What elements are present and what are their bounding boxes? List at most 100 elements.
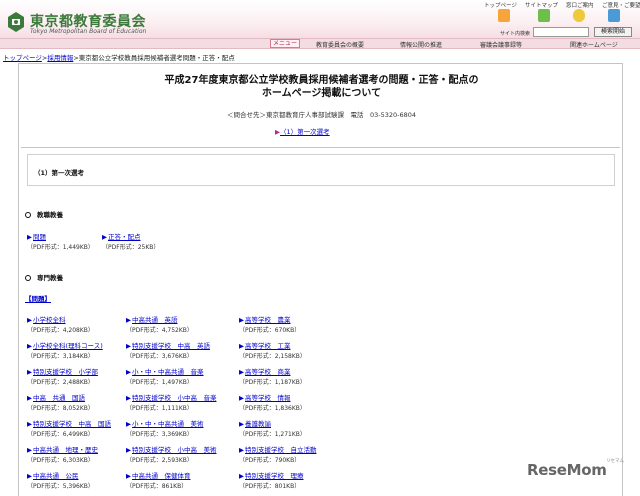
list-item: ▶小学校全科(理科コース) （PDF形式：3,184KB）	[27, 340, 137, 360]
menu-button[interactable]: メニュー	[270, 39, 300, 48]
page-title: 平成27年度東京都公立学校教員採用候補者選考の問題・正答・配点の ホームページ掲…	[19, 74, 624, 100]
site-header: 東京都教育委員会 Tokyo Metropolitan Board of Edu…	[0, 0, 640, 38]
list-item: ▶小・中・中高共通 美術 （PDF形式：3,369KB）	[126, 418, 236, 438]
search-input[interactable]	[533, 27, 589, 37]
file-size: （PDF形式：2,158KB）	[239, 353, 306, 360]
anchor-first-exam[interactable]: ▶（1）第一次選考	[275, 126, 330, 136]
pdf-link[interactable]: ▶特別支援学校 小学部	[27, 366, 137, 376]
list-item: ▶高等学校 農業 （PDF形式：670KB）	[239, 314, 349, 334]
triangle-right-icon: ▶	[126, 394, 131, 402]
resemom-watermark: ReseMom	[527, 461, 607, 479]
nav-item-minutes[interactable]: 審議会議事録等	[480, 40, 522, 49]
file-size: （PDF形式：4,752KB）	[126, 327, 193, 334]
file-size: （PDF形式：670KB）	[239, 327, 301, 334]
triangle-right-icon: ▶	[27, 342, 32, 350]
pdf-link[interactable]: ▶養護教諭	[239, 418, 349, 428]
top-link-sitemap[interactable]: サイトマップ	[525, 1, 558, 9]
list-item: ▶正答・配点 （PDF形式：25KB）	[102, 231, 212, 251]
pdf-link[interactable]: ▶正答・配点	[102, 231, 212, 241]
problems-label[interactable]: 【問題】	[25, 293, 51, 303]
content-frame: 平成27年度東京都公立学校教員採用候補者選考の問題・正答・配点の ホームページ掲…	[18, 63, 623, 496]
pdf-link-label: 特別支援学校 中高 英語	[132, 342, 210, 350]
pdf-link[interactable]: ▶小学校全科	[27, 314, 137, 324]
heading-specialty-label: 専門教養	[37, 274, 63, 282]
triangle-right-icon: ▶	[27, 233, 32, 241]
pdf-link-label: 特別支援学校 小学部	[33, 368, 98, 376]
pdf-link-label: 小学校全科(理科コース)	[33, 342, 103, 350]
nav-item-disclosure[interactable]: 情報公開の推進	[400, 40, 442, 49]
pdf-link[interactable]: ▶特別支援学校 小中高 音楽	[126, 392, 236, 402]
triangle-right-icon: ▶	[126, 446, 131, 454]
pdf-link-label: 中高共通 英語	[132, 316, 178, 324]
pdf-link[interactable]: ▶中高共通 公民	[27, 470, 137, 480]
pdf-link[interactable]: ▶高等学校 情報	[239, 392, 349, 402]
pdf-link[interactable]: ▶特別支援学校 理療	[239, 470, 349, 480]
pdf-link-label: 中高共通 保健体育	[132, 472, 191, 480]
list-item: ▶特別支援学校 小中高 音楽 （PDF形式：1,111KB）	[126, 392, 236, 412]
pdf-link[interactable]: ▶高等学校 農業	[239, 314, 349, 324]
triangle-right-icon: ▶	[239, 368, 244, 376]
pdf-link[interactable]: ▶高等学校 工業	[239, 340, 349, 350]
global-nav: メニュー 教育委員会の概要 情報公開の推進 審議会議事録等 関連ホームページ	[0, 38, 640, 49]
pdf-link[interactable]: ▶高等学校 商業	[239, 366, 349, 376]
pdf-link[interactable]: ▶特別支援学校 中高 英語	[126, 340, 236, 350]
pdf-link[interactable]: ▶ 中高共通 地理・歴史	[27, 444, 137, 454]
triangle-right-icon: ▶	[126, 316, 131, 324]
mail-icon[interactable]	[608, 9, 620, 22]
triangle-right-icon: ▶	[102, 233, 107, 241]
pdf-link[interactable]: ▶特別支援学校 自立活動	[239, 444, 349, 454]
pdf-link-label: 養護教諭	[245, 420, 271, 428]
pdf-link-label: 高等学校 商業	[245, 368, 291, 376]
file-size: （PDF形式：8,052KB）	[27, 405, 94, 412]
breadcrumb-home[interactable]: トップページ	[3, 54, 42, 62]
page-title-line1: 平成27年度東京都公立学校教員採用候補者選考の問題・正答・配点の	[164, 75, 479, 86]
triangle-right-icon: ▶	[126, 342, 131, 350]
pdf-link[interactable]: ▶中高共通 保健体育	[126, 470, 236, 480]
pdf-link-label: 特別支援学校 理療	[245, 472, 304, 480]
sitemap-icon[interactable]	[538, 9, 550, 22]
pdf-link[interactable]: ▶特別支援学校 中高 国語	[27, 418, 137, 428]
pdf-link-label: 中高 共通 国語	[33, 394, 85, 402]
list-item: ▶養護教諭 （PDF形式：1,271KB）	[239, 418, 349, 438]
resemom-watermark-small: リセマム	[606, 459, 624, 464]
pdf-link-label: 小・中・中高共通 音楽	[132, 368, 204, 376]
pdf-link[interactable]: ▶特別支援学校 小中高 美術	[126, 444, 236, 454]
file-size: （PDF形式：25KB）	[102, 244, 160, 251]
heading-general: 教職教養	[25, 209, 63, 219]
heading-specialty: 専門教養	[25, 272, 63, 282]
home-icon[interactable]	[498, 9, 510, 22]
list-item: ▶小学校全科 （PDF形式：4,208KB）	[27, 314, 137, 334]
top-link-counter[interactable]: 窓口ご案内	[566, 1, 594, 9]
top-link-feedback[interactable]: ご意見・ご要望	[602, 1, 640, 9]
triangle-right-icon: ▶	[27, 394, 32, 402]
triangle-right-icon: ▶	[27, 472, 32, 480]
pdf-link[interactable]: ▶小・中・中高共通 音楽	[126, 366, 236, 376]
pdf-link-label: 中高共通 地理・歴史	[33, 446, 98, 454]
site-logo[interactable]: 東京都教育委員会 Tokyo Metropolitan Board of Edu…	[6, 2, 166, 36]
pdf-link[interactable]: ▶小・中・中高共通 美術	[126, 418, 236, 428]
list-item: ▶特別支援学校 小学部 （PDF形式：2,488KB）	[27, 366, 137, 386]
pdf-link[interactable]: ▶中高共通 英語	[126, 314, 236, 324]
anchor-first-exam-label: （1）第一次選考	[280, 128, 330, 136]
counter-icon[interactable]	[573, 9, 585, 22]
triangle-right-icon: ▶	[126, 472, 131, 480]
top-link-home[interactable]: トップページ	[484, 1, 517, 9]
section-box-first-exam: （1）第一次選考	[27, 154, 615, 186]
search-button[interactable]: 検索開始	[594, 27, 632, 37]
pdf-link[interactable]: ▶小学校全科(理科コース)	[27, 340, 137, 350]
pdf-link-label: 小・中・中高共通 美術	[132, 420, 204, 428]
list-item: ▶特別支援学校 理療 （PDF形式：801KB）	[239, 470, 349, 490]
file-size: （PDF形式：3,184KB）	[27, 353, 94, 360]
pdf-link-label: 中高共通 公民	[33, 472, 79, 480]
list-item: ▶高等学校 情報 （PDF形式：1,836KB）	[239, 392, 349, 412]
file-size: （PDF形式：6,499KB）	[27, 431, 94, 438]
pdf-link[interactable]: ▶中高 共通 国語	[27, 392, 137, 402]
nav-item-links[interactable]: 関連ホームページ	[570, 40, 618, 49]
pdf-link-label: 特別支援学校 自立活動	[245, 446, 317, 454]
list-item: ▶特別支援学校 自立活動 （PDF形式：790KB）	[239, 444, 349, 464]
file-size: （PDF形式：3,676KB）	[126, 353, 193, 360]
breadcrumb-recruit[interactable]: 採用情報	[47, 54, 73, 62]
nav-item-overview[interactable]: 教育委員会の概要	[316, 40, 364, 49]
list-item: ▶中高 共通 国語 （PDF形式：8,052KB）	[27, 392, 137, 412]
triangle-right-icon: ▶	[239, 316, 244, 324]
